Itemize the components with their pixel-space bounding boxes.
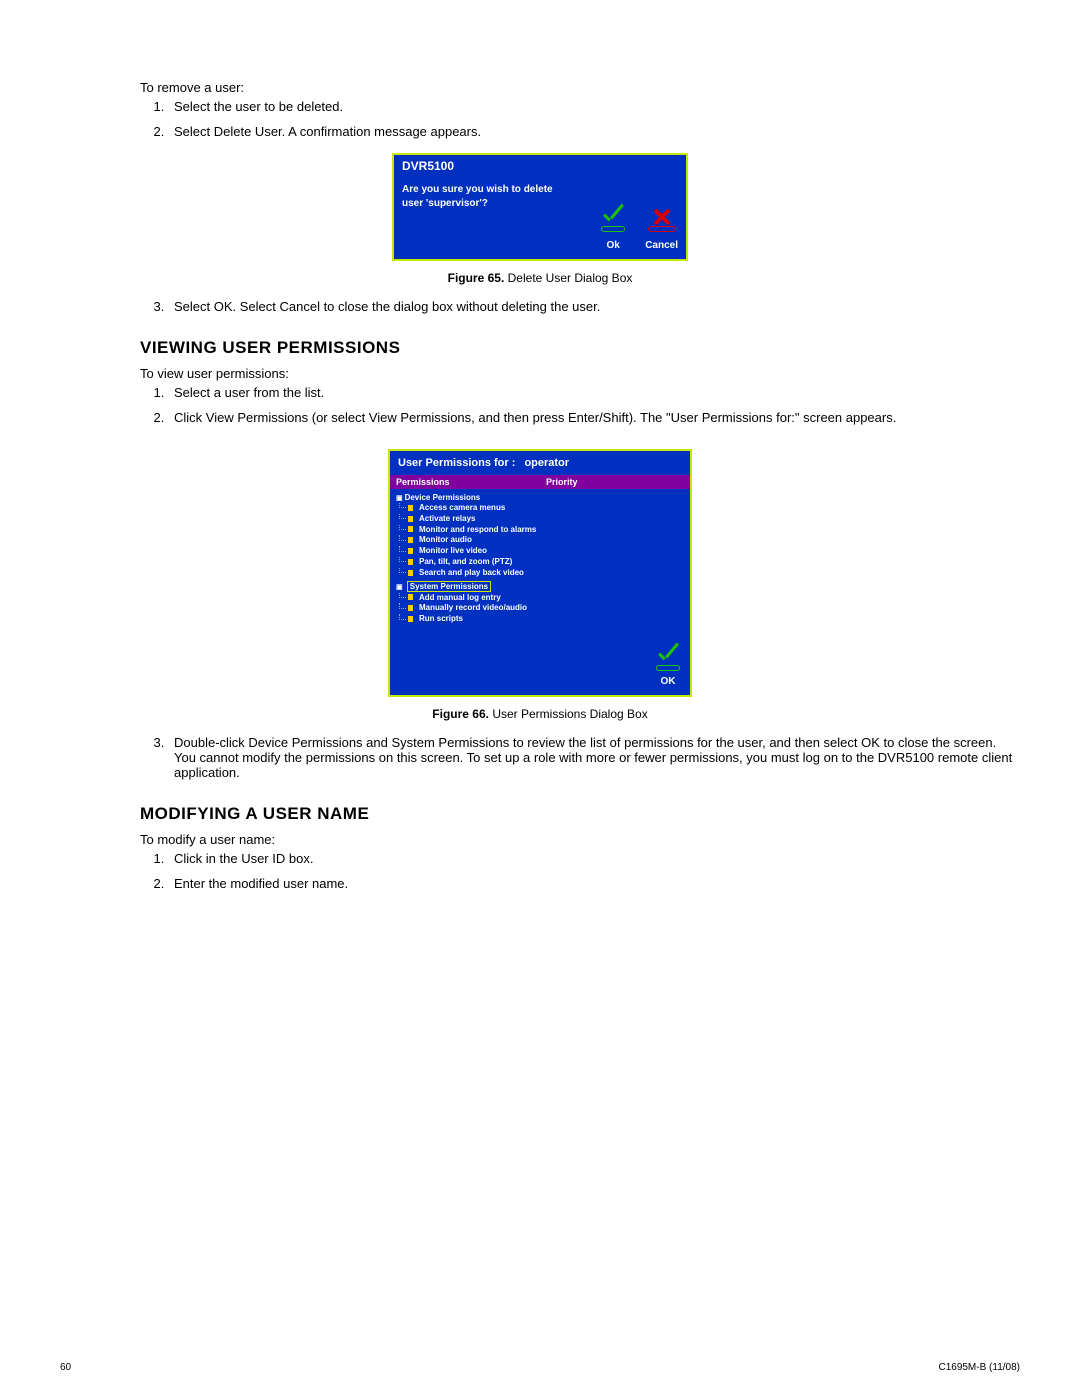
page-footer: 60 C1695M-B (11/08): [60, 1362, 1020, 1373]
view-perms-steps-cont: Double-click Device Permissions and Syst…: [168, 735, 1020, 780]
key-icon: [408, 505, 416, 511]
heading-viewing-permissions: VIEWING USER PERMISSIONS: [140, 338, 1020, 358]
permissions-ok-label: OK: [654, 676, 682, 687]
user-permissions-dialog: User Permissions for : operator Permissi…: [388, 449, 692, 697]
delete-user-dialog: DVR5100 Are you sure you wish to delete …: [392, 153, 688, 261]
col-priority: Priority: [540, 475, 584, 489]
key-icon: [408, 516, 416, 522]
check-icon: [599, 206, 627, 230]
ok-label: Ok: [599, 239, 627, 253]
modify-name-steps: Click in the User ID box. Enter the modi…: [168, 851, 1020, 891]
system-permissions-root[interactable]: System Permissions: [396, 581, 684, 592]
cancel-label: Cancel: [645, 239, 678, 253]
dialog-title: DVR5100: [394, 155, 686, 177]
key-icon: [408, 605, 416, 611]
check-icon: [654, 645, 682, 669]
perm-activate-relays[interactable]: Activate relays: [408, 514, 684, 525]
dialog-msg-line1: Are you sure you wish to delete: [402, 183, 678, 197]
modify-name-intro: To modify a user name:: [140, 832, 1020, 847]
key-icon: [408, 594, 416, 600]
perm-search-playback[interactable]: Search and play back video: [408, 568, 684, 579]
heading-modifying-user-name: MODIFYING A USER NAME: [140, 804, 1020, 824]
perm-manual-record[interactable]: Manually record video/audio: [408, 603, 684, 614]
perm-monitor-live-video[interactable]: Monitor live video: [408, 546, 684, 557]
key-icon: [408, 548, 416, 554]
perm-add-log-entry[interactable]: Add manual log entry: [408, 593, 684, 604]
doc-id: C1695M-B (11/08): [938, 1362, 1020, 1373]
cancel-button[interactable]: Cancel: [645, 206, 678, 253]
view-perms-intro: To view user permissions:: [140, 366, 1020, 381]
key-icon: [408, 616, 416, 622]
perm-monitor-audio[interactable]: Monitor audio: [408, 535, 684, 546]
remove-user-step-2: Select Delete User. A confirmation messa…: [168, 124, 1020, 139]
view-perms-step-1: Select a user from the list.: [168, 385, 1020, 400]
view-perms-steps: Select a user from the list. Click View …: [168, 385, 1020, 425]
perm-monitor-alarms[interactable]: Monitor and respond to alarms: [408, 525, 684, 536]
col-permissions: Permissions: [390, 475, 540, 489]
key-icon: [408, 526, 416, 532]
modify-name-step-2: Enter the modified user name.: [168, 876, 1020, 891]
remove-user-step-3: Select OK. Select Cancel to close the di…: [168, 299, 1020, 314]
key-icon: [408, 537, 416, 543]
perm-access-camera-menus[interactable]: Access camera menus: [408, 503, 684, 514]
view-perms-step-3: Double-click Device Permissions and Syst…: [168, 735, 1020, 780]
modify-name-step-1: Click in the User ID box.: [168, 851, 1020, 866]
view-perms-step-2: Click View Permissions (or select View P…: [168, 410, 1020, 425]
page-number: 60: [60, 1362, 71, 1373]
remove-user-steps: Select the user to be deleted. Select De…: [168, 99, 1020, 139]
permissions-dialog-title: User Permissions for : operator: [390, 451, 690, 475]
permissions-column-header: Permissions Priority: [390, 475, 690, 489]
x-icon: [648, 206, 676, 230]
perm-ptz[interactable]: Pan, tilt, and zoom (PTZ): [408, 557, 684, 568]
device-permissions-root[interactable]: Device Permissions: [396, 493, 684, 502]
perm-run-scripts[interactable]: Run scripts: [408, 614, 684, 625]
key-icon: [408, 570, 416, 576]
permissions-tree: Device Permissions Access camera menus A…: [390, 489, 690, 639]
ok-button[interactable]: Ok: [599, 206, 627, 253]
figure66-caption: Figure 66. User Permissions Dialog Box: [60, 707, 1020, 721]
remove-user-steps-cont: Select OK. Select Cancel to close the di…: [168, 299, 1020, 314]
remove-user-step-1: Select the user to be deleted.: [168, 99, 1020, 114]
permissions-ok-button[interactable]: OK: [654, 645, 682, 687]
remove-user-intro: To remove a user:: [140, 80, 1020, 95]
figure65-caption: Figure 65. Delete User Dialog Box: [60, 271, 1020, 285]
key-icon: [408, 559, 416, 565]
